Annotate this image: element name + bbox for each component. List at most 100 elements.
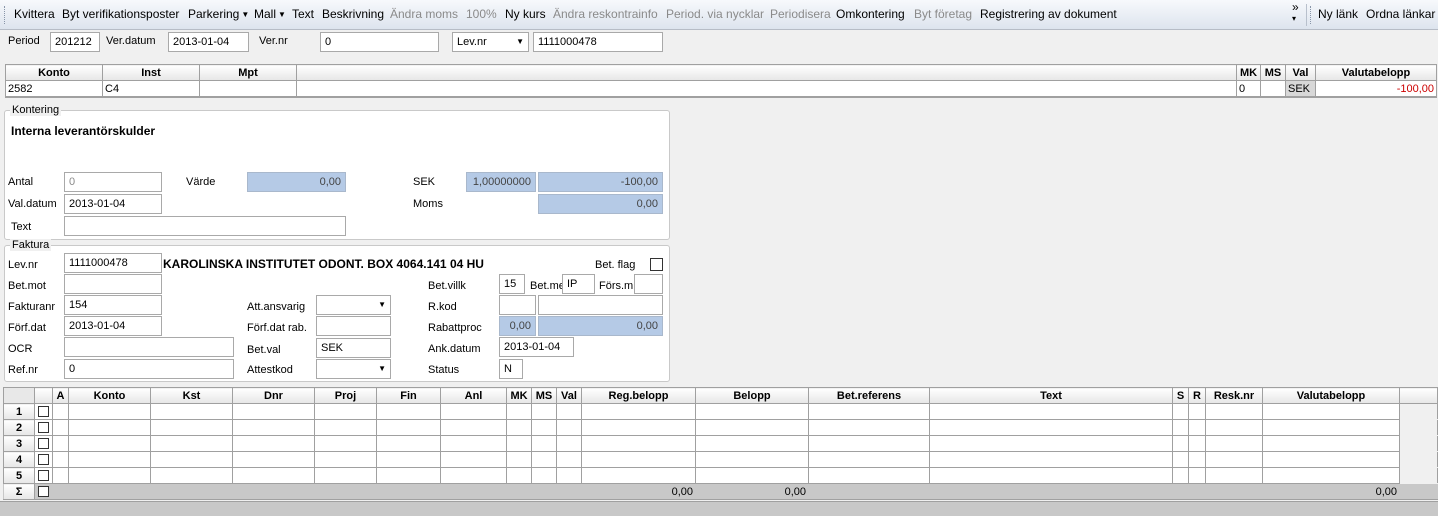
forfdatrab-field[interactable] <box>316 316 391 336</box>
grid-cell[interactable] <box>232 403 315 420</box>
toolbar-button-parkering[interactable]: Parkering ▼ <box>188 7 249 21</box>
grid-cell[interactable] <box>52 451 69 468</box>
grid-cell[interactable] <box>376 435 441 452</box>
grid-cell[interactable] <box>440 435 507 452</box>
grid-col-val[interactable]: Val <box>556 387 582 404</box>
grid-cell[interactable] <box>695 403 809 420</box>
grid-cell[interactable] <box>232 451 315 468</box>
grid-cell[interactable] <box>1172 419 1189 436</box>
grid-cell[interactable] <box>52 435 69 452</box>
grid-col-resk-nr[interactable]: Resk.nr <box>1205 387 1263 404</box>
col-ms[interactable]: MS <box>1260 64 1286 81</box>
grid-cell[interactable] <box>581 403 696 420</box>
grid-cell[interactable] <box>506 419 532 436</box>
grid-cell[interactable] <box>929 403 1173 420</box>
grid-col-r[interactable]: R <box>1188 387 1206 404</box>
grid-cell[interactable] <box>1205 419 1263 436</box>
grid-cell[interactable] <box>232 419 315 436</box>
grid-cell[interactable] <box>376 467 441 484</box>
grid-cell[interactable] <box>314 467 377 484</box>
grid-cell[interactable] <box>314 403 377 420</box>
grid-cell[interactable] <box>68 451 151 468</box>
toolbar-button-beskrivning[interactable]: Beskrivning <box>322 7 384 21</box>
table-row[interactable]: 4 <box>3 451 1438 468</box>
cell-inst[interactable]: C4 <box>102 80 200 97</box>
grid-col-blank-20[interactable] <box>1399 387 1438 404</box>
cell-valutabelopp[interactable]: -100,00 <box>1315 80 1437 97</box>
links-grip[interactable] <box>1310 6 1313 24</box>
refnr-field[interactable]: 0 <box>64 359 234 379</box>
arrange-links-button[interactable]: Ordna länkar <box>1366 7 1435 21</box>
cell-konto[interactable]: 2582 <box>5 80 103 97</box>
grid-col-s[interactable]: S <box>1172 387 1189 404</box>
sek-rate-field[interactable]: 1,00000000 <box>466 172 536 192</box>
grid-cell[interactable] <box>531 403 557 420</box>
grid-cell[interactable] <box>376 419 441 436</box>
grid-cell[interactable] <box>1262 403 1400 420</box>
grid-col-mk[interactable]: MK <box>506 387 532 404</box>
ankdatum-field[interactable]: 2013-01-04 <box>499 337 574 357</box>
grid-col-konto[interactable]: Konto <box>68 387 151 404</box>
col-val[interactable]: Val <box>1285 64 1316 81</box>
grid-col-blank-0[interactable] <box>3 387 35 404</box>
row-select-cell[interactable] <box>34 435 53 452</box>
grid-col-dnr[interactable]: Dnr <box>232 387 315 404</box>
grid-col-kst[interactable]: Kst <box>150 387 233 404</box>
rkod-field[interactable] <box>499 295 536 315</box>
grid-cell[interactable] <box>929 435 1173 452</box>
grid-cell[interactable] <box>808 451 930 468</box>
grid-cell[interactable] <box>929 467 1173 484</box>
cell-mk[interactable]: 0 <box>1236 80 1261 97</box>
grid-cell[interactable] <box>1205 467 1263 484</box>
attestkod-select[interactable]: ▼ <box>316 359 391 379</box>
ocr-field[interactable] <box>64 337 234 357</box>
col-inst[interactable]: Inst <box>102 64 200 81</box>
fakturanr-field[interactable]: 154 <box>64 295 162 315</box>
table-row[interactable]: 1 <box>3 403 1438 420</box>
col-mk[interactable]: MK <box>1236 64 1261 81</box>
sum-checkbox[interactable] <box>38 486 49 498</box>
grid-cell[interactable] <box>929 419 1173 436</box>
grid-cell[interactable] <box>1262 435 1400 452</box>
grid-cell[interactable] <box>929 451 1173 468</box>
toolbar-grip[interactable] <box>4 6 7 24</box>
grid-cell[interactable] <box>1188 403 1206 420</box>
grid-cell[interactable] <box>68 403 151 420</box>
grid-cell[interactable] <box>1188 435 1206 452</box>
valdatum-field[interactable]: 2013-01-04 <box>64 194 162 214</box>
moms-field[interactable]: 0,00 <box>538 194 663 214</box>
row-checkbox[interactable] <box>38 454 49 466</box>
grid-cell[interactable] <box>150 403 233 420</box>
grid-cell[interactable] <box>695 467 809 484</box>
grid-cell[interactable] <box>808 403 930 420</box>
toolbar-button-kvittera[interactable]: Kvittera <box>14 7 55 21</box>
toolbar-button-byt-verifikationsposter[interactable]: Byt verifikationsposter <box>62 7 179 21</box>
horizontal-scrollbar[interactable] <box>0 501 1438 516</box>
grid-cell[interactable] <box>1262 451 1400 468</box>
grid-cell[interactable] <box>1172 403 1189 420</box>
grid-col-bet-referens[interactable]: Bet.referens <box>808 387 930 404</box>
grid-cell[interactable] <box>314 435 377 452</box>
row-checkbox[interactable] <box>38 422 49 434</box>
cell-mpt[interactable] <box>199 80 297 97</box>
toolbar-button-ny-kurs[interactable]: Ny kurs <box>505 7 546 21</box>
grid-cell[interactable] <box>695 451 809 468</box>
grid-col-proj[interactable]: Proj <box>314 387 377 404</box>
rabattproc-field[interactable]: 0,00 <box>499 316 536 336</box>
new-link-button[interactable]: Ny länk <box>1318 7 1358 21</box>
grid-cell[interactable] <box>52 403 69 420</box>
grid-cell[interactable] <box>506 435 532 452</box>
grid-col-blank-1[interactable] <box>34 387 53 404</box>
grid-cell[interactable] <box>581 435 696 452</box>
cell-ms[interactable] <box>1260 80 1286 97</box>
grid-cell[interactable] <box>1172 435 1189 452</box>
grid-cell[interactable] <box>376 451 441 468</box>
row-select-cell[interactable] <box>34 467 53 484</box>
text-field[interactable] <box>64 216 346 236</box>
grid-col-text[interactable]: Text <box>929 387 1173 404</box>
grid-cell[interactable] <box>1188 419 1206 436</box>
period-field[interactable]: 201212 <box>50 32 100 52</box>
grid-col-a[interactable]: A <box>52 387 69 404</box>
grid-cell[interactable] <box>1205 435 1263 452</box>
grid-cell[interactable] <box>556 451 582 468</box>
